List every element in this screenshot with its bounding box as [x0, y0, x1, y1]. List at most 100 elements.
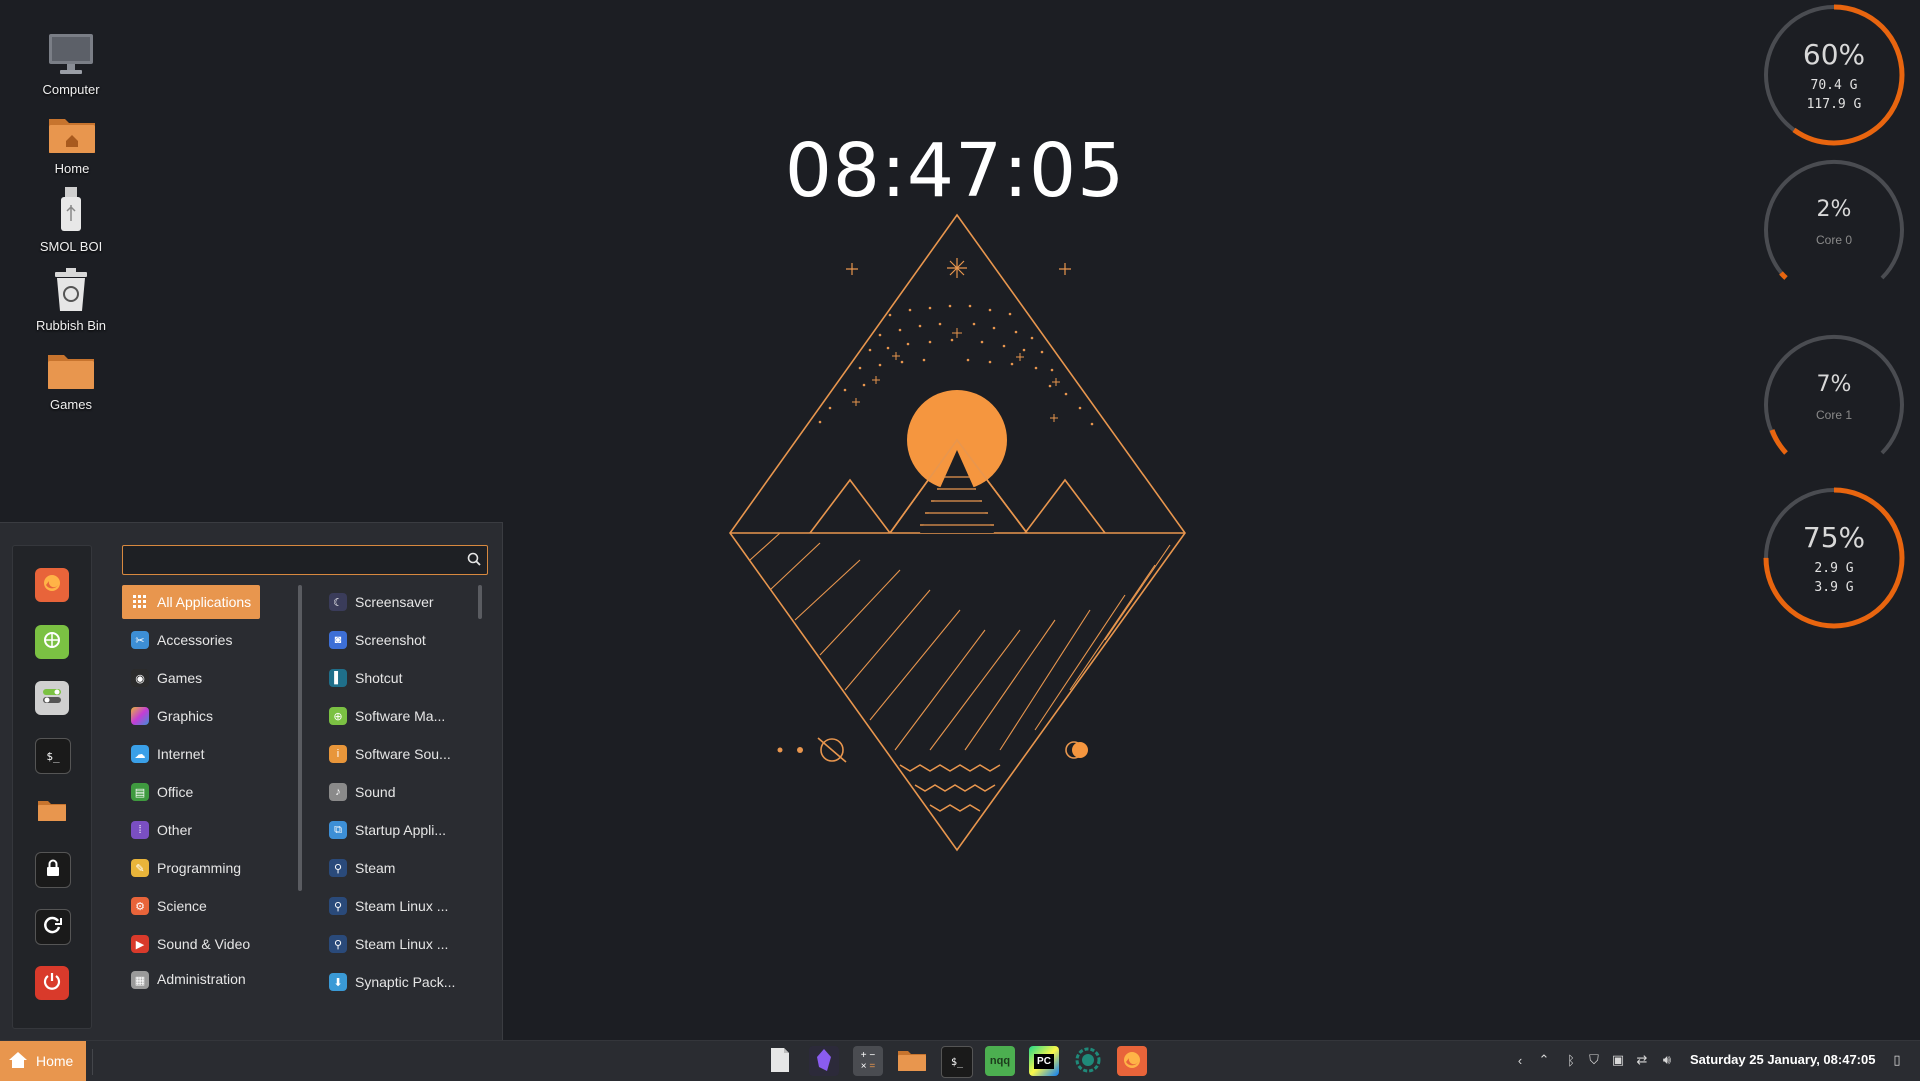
core-0-label: Core 0 — [1815, 233, 1853, 247]
app-label: Steam — [355, 860, 396, 876]
app-label: Steam Linux ... — [355, 898, 449, 914]
category-scrollbar[interactable] — [298, 585, 302, 891]
cpu-core-1-gauge: 7% Core 1 — [1759, 330, 1909, 480]
calculator-icon: + − × = — [860, 1050, 876, 1072]
firefox-icon — [42, 573, 62, 598]
category-administration[interactable]: ▦ Administration — [122, 965, 260, 991]
tray-collapse-left-icon[interactable]: ‹ — [1511, 1051, 1529, 1069]
category-science[interactable]: ⚙ Science — [122, 889, 260, 923]
favorite-files[interactable] — [35, 795, 69, 829]
app-label: Steam Linux ... — [355, 936, 449, 952]
app-steam[interactable]: ⚲ Steam — [320, 851, 470, 885]
favorite-logout[interactable] — [35, 909, 71, 945]
desktop-icon-home[interactable]: Home — [17, 107, 127, 176]
core-0-percent: 2% — [1816, 197, 1852, 222]
desktop-icon-computer[interactable]: Computer — [16, 28, 126, 97]
taskbar-file-manager[interactable] — [897, 1046, 927, 1076]
desktop-icon-label: Games — [50, 397, 92, 412]
app-label: Sound — [355, 784, 396, 800]
category-games[interactable]: ◉ Games — [122, 661, 260, 695]
category-accessories[interactable]: ✂ Accessories — [122, 623, 260, 657]
category-internet[interactable]: ☁ Internet — [122, 737, 260, 771]
network-icon[interactable]: ⇄ — [1633, 1051, 1651, 1069]
category-office[interactable]: ▤ Office — [122, 775, 260, 809]
monitor-icon — [43, 28, 99, 76]
app-sound[interactable]: ♪ Sound — [320, 775, 470, 809]
app-software-manager[interactable]: ⊕ Software Ma... — [320, 699, 470, 733]
favorite-terminal[interactable]: $_ — [35, 738, 71, 774]
wallpaper-artwork — [729, 213, 1186, 852]
category-label: Sound & Video — [157, 936, 251, 952]
volume-icon[interactable]: 🔊︎ — [1658, 1051, 1676, 1069]
pycharm-icon: PC — [1034, 1053, 1054, 1069]
category-all-applications[interactable]: All Applications — [122, 585, 260, 619]
software-sources-icon: i — [329, 745, 347, 763]
app-software-sources[interactable]: i Software Sou... — [320, 737, 470, 771]
app-shotcut[interactable]: ▌ Shotcut — [320, 661, 470, 695]
taskbar-pycharm[interactable]: PC — [1029, 1046, 1059, 1076]
software-manager-icon: ⊕ — [329, 707, 347, 725]
taskbar-clock[interactable]: Saturday 25 January, 08:47:05 — [1690, 1052, 1875, 1067]
trash-icon — [43, 264, 99, 312]
favorite-settings[interactable] — [35, 681, 69, 715]
taskbar-firefox[interactable] — [1117, 1046, 1147, 1076]
desktop-icon-label: SMOL BOI — [39, 239, 103, 254]
taskbar-nqq[interactable]: nqq — [985, 1046, 1015, 1076]
category-graphics[interactable]: Graphics — [122, 699, 260, 733]
taskbar-obsidian[interactable] — [809, 1046, 839, 1076]
category-label: Science — [157, 898, 207, 914]
menu-home-button[interactable]: Home — [0, 1041, 86, 1081]
taskbar-calculator[interactable]: + − × = — [853, 1046, 883, 1076]
core-1-percent: 7% — [1816, 372, 1852, 397]
shield-icon[interactable]: ⛉ — [1585, 1051, 1603, 1069]
category-programming[interactable]: ✎ Programming — [122, 851, 260, 885]
tray-chevron-up-icon[interactable]: ⌃ — [1535, 1051, 1553, 1069]
memory-percent: 75% — [1802, 521, 1866, 554]
home-icon — [8, 1051, 28, 1072]
desktop-clock: 08:47:05 — [784, 128, 1126, 214]
app-screenshot[interactable]: ◙ Screenshot — [320, 623, 470, 657]
battery-icon[interactable]: ▯ — [1888, 1051, 1906, 1069]
app-label: Screensaver — [355, 594, 434, 610]
category-label: Other — [157, 822, 193, 838]
obsidian-icon — [815, 1048, 833, 1075]
steam-icon: ⚲ — [329, 935, 347, 953]
taskbar-text-editor[interactable] — [765, 1046, 795, 1076]
synaptic-icon: ⬇ — [329, 973, 347, 991]
taskbar-timeshift[interactable] — [1073, 1046, 1103, 1076]
favorite-software-manager[interactable] — [35, 625, 69, 659]
other-grid-icon: ⁞ — [131, 821, 149, 839]
desktop-icon-smol-boi[interactable]: SMOL BOI — [16, 185, 126, 254]
category-other[interactable]: ⁞ Other — [122, 813, 260, 847]
favorite-power[interactable] — [35, 966, 69, 1000]
category-sound-video[interactable]: ▶ Sound & Video — [122, 927, 260, 961]
app-label: Screenshot — [355, 632, 426, 648]
bluetooth-icon[interactable]: ᛒ — [1562, 1051, 1580, 1069]
category-label: Administration — [157, 971, 246, 987]
apps-scrollbar[interactable] — [478, 585, 482, 619]
app-steam-linux-runtime-1[interactable]: ⚲ Steam Linux ... — [320, 889, 470, 923]
administration-icon: ▦ — [131, 971, 149, 989]
menu-search-box[interactable] — [122, 545, 488, 575]
cloud-icon: ☁ — [131, 745, 149, 763]
app-startup-applications[interactable]: ⧉ Startup Appli... — [320, 813, 470, 847]
firefox-icon — [1122, 1050, 1142, 1073]
category-label: Internet — [157, 746, 205, 762]
terminal-icon: $_ — [46, 749, 60, 763]
app-label: Software Sou... — [355, 746, 451, 762]
search-input[interactable] — [129, 550, 453, 572]
update-icon[interactable]: ▣ — [1609, 1051, 1627, 1069]
app-synaptic[interactable]: ⬇ Synaptic Pack... — [320, 965, 470, 999]
favorite-firefox[interactable] — [35, 568, 69, 602]
text-editor-icon — [769, 1047, 791, 1076]
taskbar-terminal[interactable]: $_ — [941, 1046, 973, 1078]
accessories-icon: ✂ — [131, 631, 149, 649]
app-screensaver[interactable]: ☾ Screensaver — [320, 585, 470, 619]
favorite-lock-screen[interactable] — [35, 852, 71, 888]
grid-icon — [131, 593, 149, 611]
desktop-icon-rubbish-bin[interactable]: Rubbish Bin — [16, 264, 126, 333]
category-label: Games — [157, 670, 203, 686]
search-icon[interactable] — [467, 552, 481, 571]
app-steam-linux-runtime-2[interactable]: ⚲ Steam Linux ... — [320, 927, 470, 961]
desktop-icon-games[interactable]: Games — [16, 343, 126, 412]
